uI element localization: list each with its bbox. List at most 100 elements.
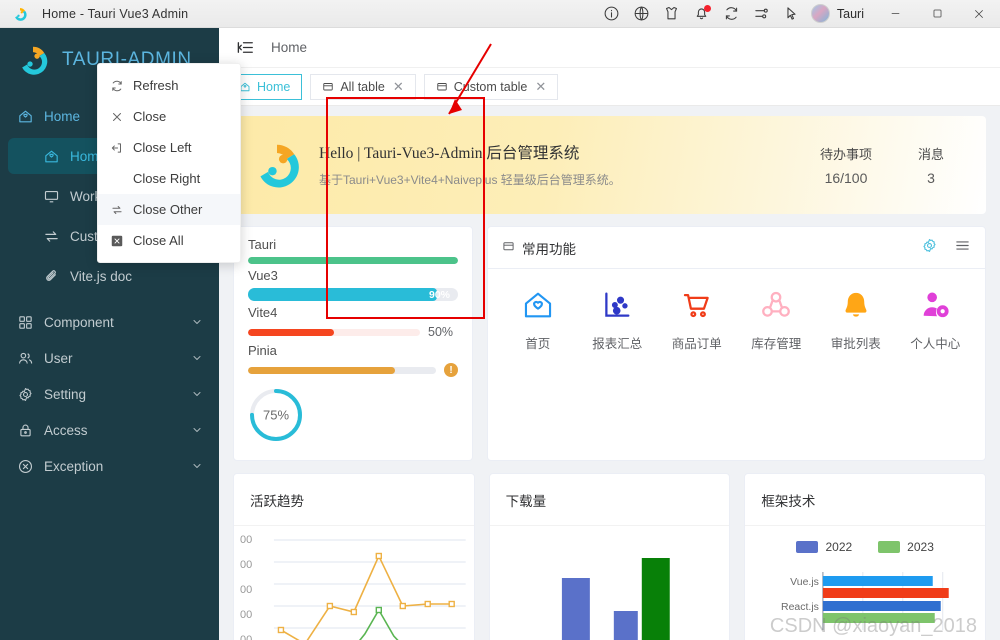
- tab-label: Custom table: [453, 79, 528, 94]
- bar: [823, 588, 950, 598]
- window-icon: [322, 81, 334, 93]
- circular-progress-value: 75%: [263, 408, 289, 423]
- shirt-icon[interactable]: [657, 0, 687, 28]
- cursor-icon[interactable]: [777, 0, 807, 28]
- sidebar-item-user[interactable]: User: [0, 340, 219, 376]
- tab-close-icon[interactable]: ✕: [393, 79, 404, 95]
- window-title: Home - Tauri Vue3 Admin: [42, 6, 189, 21]
- chart-body: 2022 2023 Vue.js React.js CSDN @xiaoyan_…: [745, 526, 985, 640]
- chart-card-downloads: 下载量: [488, 473, 731, 640]
- line-chart-svg: [273, 539, 466, 640]
- molecule-icon: [758, 287, 794, 323]
- swap-icon: [42, 227, 60, 245]
- function-item-order[interactable]: 商品订单: [661, 287, 733, 352]
- titlebar-actions: Tauri: [597, 0, 1000, 27]
- function-item-report[interactable]: 报表汇总: [581, 287, 653, 352]
- progress-item-pinia: Pinia !: [248, 343, 458, 377]
- function-item-profile[interactable]: 个人中心: [899, 287, 971, 352]
- context-menu-item-close-other[interactable]: Close Other: [98, 194, 240, 225]
- chevron-down-icon: [191, 424, 203, 436]
- function-item-home[interactable]: 首页: [502, 287, 574, 352]
- progress-label: Vite4: [248, 305, 278, 320]
- minimize-button[interactable]: [874, 0, 916, 28]
- tab-close-icon[interactable]: ✕: [535, 79, 546, 95]
- bar: [823, 613, 936, 623]
- card-header: 常用功能: [488, 227, 985, 269]
- function-item-inventory[interactable]: 库存管理: [740, 287, 812, 352]
- sidebar-item-access[interactable]: Access: [0, 412, 219, 448]
- function-label: 个人中心: [910, 337, 961, 351]
- chevron-down-icon: [191, 352, 203, 364]
- sidebar-item-setting[interactable]: Setting: [0, 376, 219, 412]
- progress-track: 90%: [248, 288, 458, 301]
- notification-badge: [703, 4, 711, 12]
- context-menu-item-close-left[interactable]: Close Left: [98, 132, 240, 163]
- house-heart-icon: [520, 287, 556, 323]
- gear-icon[interactable]: [921, 237, 938, 259]
- sidebar-item-exception[interactable]: Exception: [0, 448, 219, 484]
- chart-body: 00 00 00 00 00: [234, 526, 474, 640]
- menu-icon[interactable]: [954, 237, 971, 259]
- chart-card-active-trend: 活跃趋势 00 00 00 00 00: [233, 473, 475, 640]
- context-menu-item-close-all[interactable]: Close All: [98, 225, 240, 256]
- tab-all-table[interactable]: All table ✕: [310, 73, 416, 100]
- banner-title: Hello | Tauri-Vue3-Admin 后台管理系统: [319, 144, 580, 162]
- legend-item-2022: 2022: [796, 540, 852, 554]
- username: Tauri: [836, 6, 864, 21]
- sidebar-item-component[interactable]: Component: [0, 304, 219, 340]
- collapse-menu-icon[interactable]: [235, 38, 255, 58]
- legend-item-2023: 2023: [878, 540, 934, 554]
- y-tick: 00: [240, 534, 253, 546]
- info-icon[interactable]: [597, 0, 627, 28]
- close-button[interactable]: [958, 0, 1000, 28]
- hbar-chart-svg: Vue.js React.js: [781, 572, 950, 630]
- window-icon: [436, 81, 448, 93]
- context-menu-item-close[interactable]: Close: [98, 101, 240, 132]
- cart-icon: [679, 287, 715, 323]
- tab-context-menu[interactable]: Refresh Close Close Left Close Right Clo…: [97, 63, 241, 263]
- banner-text: Hello | Tauri-Vue3-Admin 后台管理系统 基于Tauri+…: [319, 143, 820, 188]
- dashboard-row-1: Tauri Vue3 90% Vite4 50% Pinia ! 75% 常用功…: [233, 226, 986, 461]
- paperclip-icon: [42, 267, 60, 285]
- user-menu[interactable]: Tauri: [807, 4, 874, 23]
- context-menu-label: Close: [133, 109, 167, 124]
- context-menu-label: Close Other: [133, 202, 203, 217]
- sidebar-item-label: Exception: [44, 458, 104, 474]
- refresh-icon: [110, 79, 124, 93]
- banner-stats: 待办事项 16/100 消息 3: [820, 144, 962, 186]
- y-tick: 00: [240, 609, 253, 621]
- home-icon: [42, 147, 60, 165]
- progress-value: 90%: [428, 288, 450, 301]
- chart-title: 活跃趋势: [250, 493, 304, 509]
- progress-track: [248, 366, 436, 374]
- context-menu-label: Refresh: [133, 78, 179, 93]
- tab-label: Home: [257, 79, 291, 94]
- progress-label: Pinia: [248, 343, 277, 358]
- settings-sliders-icon[interactable]: [747, 0, 777, 28]
- sidebar-item-label: Component: [44, 314, 114, 330]
- progress-item-vue3: Vue3 90%: [248, 268, 458, 301]
- warning-icon: !: [444, 363, 458, 377]
- progress-fill: [248, 257, 458, 264]
- sidebar-item-label: User: [44, 350, 73, 366]
- maximize-button[interactable]: [916, 0, 958, 28]
- bell-icon[interactable]: [687, 0, 717, 28]
- chart-header: 下载量: [489, 474, 730, 526]
- sidebar-item-vitejs-doc[interactable]: Vite.js doc: [8, 258, 211, 294]
- function-item-approval[interactable]: 审批列表: [820, 287, 892, 352]
- stat-label: 待办事项: [819, 147, 872, 162]
- sidebar-item-label: Access: [44, 422, 88, 438]
- context-menu-item-close-right[interactable]: Close Right: [98, 163, 240, 194]
- tab-label: All table: [340, 79, 385, 94]
- hbar-category-label: React.js: [781, 602, 819, 613]
- stat-label: 消息: [917, 147, 944, 162]
- globe-icon[interactable]: [627, 0, 657, 28]
- progress-fill: [248, 328, 334, 336]
- context-menu-item-refresh[interactable]: Refresh: [98, 70, 240, 101]
- tab-custom-table[interactable]: Custom table ✕: [423, 73, 559, 100]
- user-gear-icon: [917, 287, 953, 323]
- refresh-icon[interactable]: [717, 0, 747, 28]
- brand-logo-icon: [22, 46, 48, 75]
- hbar-category-label: Vue.js: [791, 577, 820, 588]
- legend-swatch: [878, 541, 901, 553]
